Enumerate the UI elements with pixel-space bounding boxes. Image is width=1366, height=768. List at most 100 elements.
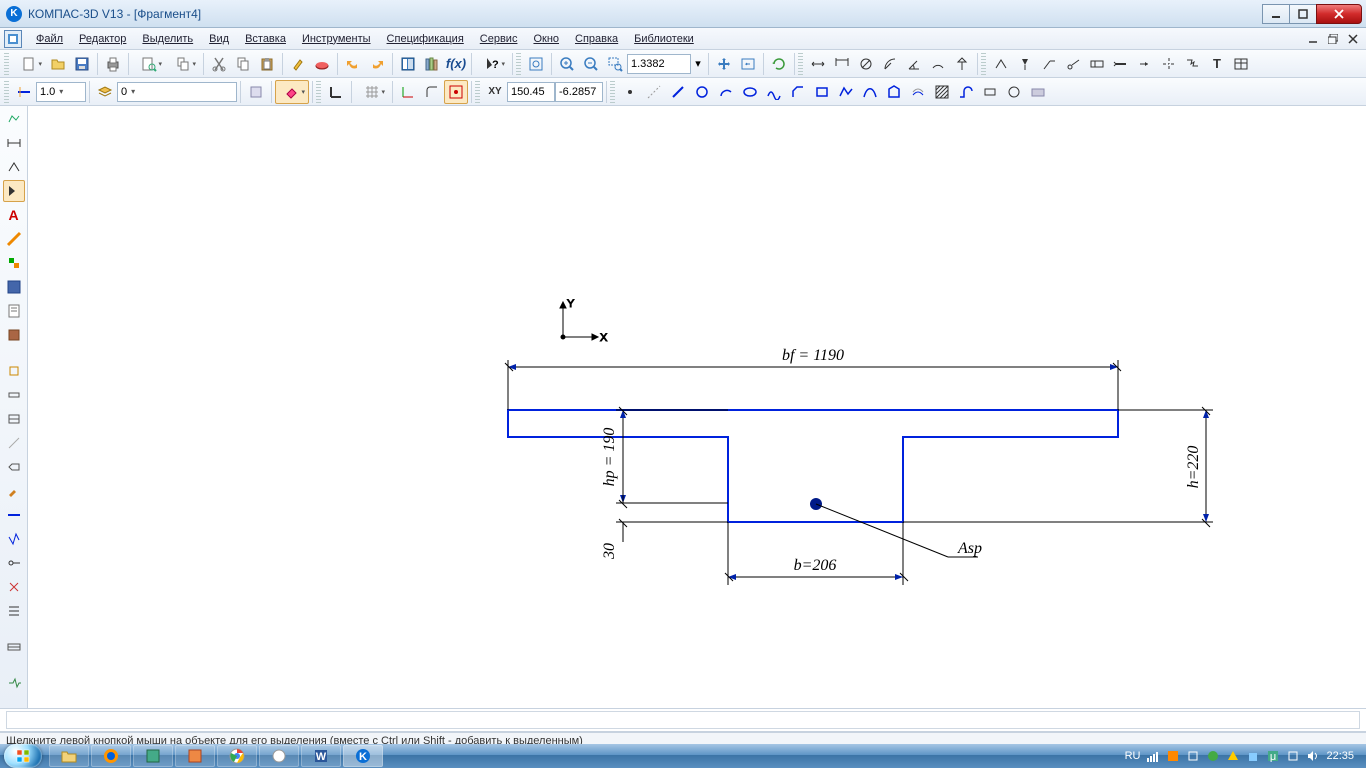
maximize-button[interactable]	[1289, 4, 1317, 24]
ltool-19[interactable]	[3, 552, 25, 574]
doc-props-button[interactable]	[166, 52, 200, 76]
dim-height-button[interactable]	[950, 52, 974, 76]
segment-button[interactable]	[666, 80, 690, 104]
ltool-21[interactable]	[3, 600, 25, 622]
ltool-param[interactable]: A	[3, 204, 25, 226]
ltool-23[interactable]	[3, 672, 25, 694]
command-input[interactable]	[6, 711, 1360, 729]
variables-button[interactable]: f(x)	[444, 52, 468, 76]
ortho-button[interactable]	[324, 80, 348, 104]
arc-tool-button[interactable]	[714, 80, 738, 104]
new-button[interactable]	[12, 52, 46, 76]
close-button[interactable]	[1316, 4, 1362, 24]
tool-19[interactable]	[1026, 80, 1050, 104]
redraw-button[interactable]	[767, 52, 791, 76]
ltool-13[interactable]	[3, 408, 25, 430]
ltool-15[interactable]	[3, 456, 25, 478]
tool-18[interactable]	[1002, 80, 1026, 104]
round-button[interactable]	[420, 80, 444, 104]
ltool-12[interactable]	[3, 384, 25, 406]
zoom-out-button[interactable]	[579, 52, 603, 76]
spline-button[interactable]	[762, 80, 786, 104]
center-button[interactable]	[1157, 52, 1181, 76]
dim-linear-button[interactable]	[830, 52, 854, 76]
pos-button[interactable]	[1061, 52, 1085, 76]
tray-icon-3[interactable]	[1206, 749, 1220, 763]
cut-button[interactable]	[207, 52, 231, 76]
mdi-system-icon[interactable]	[4, 30, 22, 48]
menu-select[interactable]: Выделить	[134, 31, 201, 47]
tray-icon-4[interactable]	[1226, 749, 1240, 763]
point-button[interactable]	[618, 80, 642, 104]
taskbar-app6[interactable]	[259, 745, 299, 767]
ltool-edit[interactable]	[3, 180, 25, 202]
menu-service[interactable]: Сервис	[472, 31, 526, 47]
dim-arc-button[interactable]	[926, 52, 950, 76]
chamfer-button[interactable]	[786, 80, 810, 104]
start-button[interactable]	[4, 744, 42, 768]
ltool-22[interactable]	[3, 636, 25, 658]
eraser-button[interactable]	[275, 80, 309, 104]
polyline-button[interactable]	[834, 80, 858, 104]
dim-diam-button[interactable]	[854, 52, 878, 76]
snap-button[interactable]	[444, 80, 468, 104]
mdi-restore[interactable]	[1324, 32, 1342, 46]
tray-icon-u[interactable]: μ	[1266, 749, 1280, 763]
open-button[interactable]	[46, 52, 70, 76]
menu-help[interactable]: Справка	[567, 31, 626, 47]
zoom-window-button[interactable]	[603, 52, 627, 76]
ltool-annot[interactable]	[3, 156, 25, 178]
zoom-input[interactable]	[627, 54, 691, 74]
hatch-button[interactable]	[930, 80, 954, 104]
contour-button[interactable]	[882, 80, 906, 104]
leader-button[interactable]	[1037, 52, 1061, 76]
paste-button[interactable]	[255, 52, 279, 76]
menu-view[interactable]: Вид	[201, 31, 237, 47]
ltool-11[interactable]	[3, 360, 25, 382]
menu-libs[interactable]: Библиотеки	[626, 31, 702, 47]
ellipse-button[interactable]	[738, 80, 762, 104]
rect-button[interactable]	[810, 80, 834, 104]
ltool-report[interactable]	[3, 300, 25, 322]
style-button[interactable]	[12, 80, 36, 104]
dim-rad-button[interactable]	[878, 52, 902, 76]
taskbar-word[interactable]: W	[301, 745, 341, 767]
zoom-in-button[interactable]	[555, 52, 579, 76]
break-button[interactable]	[1181, 52, 1205, 76]
menu-tools[interactable]: Инструменты	[294, 31, 379, 47]
taskbar-app3[interactable]	[133, 745, 173, 767]
ltool-spec[interactable]	[3, 276, 25, 298]
ltool-select[interactable]	[3, 252, 25, 274]
coord-x-input[interactable]	[507, 82, 555, 102]
base-button[interactable]	[1013, 52, 1037, 76]
ltool-18[interactable]	[3, 528, 25, 550]
preview-button[interactable]	[132, 52, 166, 76]
ltool-17[interactable]	[3, 504, 25, 526]
menu-spec[interactable]: Спецификация	[379, 31, 472, 47]
bezier-button[interactable]	[858, 80, 882, 104]
equidist-button[interactable]	[906, 80, 930, 104]
layer-combo[interactable]: 0	[117, 82, 237, 102]
xy-button[interactable]: XY	[483, 80, 507, 104]
table-button[interactable]	[1229, 52, 1253, 76]
grid-button[interactable]	[355, 80, 389, 104]
cut-line-button[interactable]	[1109, 52, 1133, 76]
tray-icon-5[interactable]	[1246, 749, 1260, 763]
menu-window[interactable]: Окно	[525, 31, 567, 47]
clock[interactable]: 22:35	[1326, 750, 1354, 762]
libs-button[interactable]	[420, 52, 444, 76]
lang-indicator[interactable]: RU	[1125, 750, 1141, 762]
menu-insert[interactable]: Вставка	[237, 31, 294, 47]
tolerance-button[interactable]	[1085, 52, 1109, 76]
dim-auto-button[interactable]	[806, 52, 830, 76]
circle-button[interactable]	[690, 80, 714, 104]
autoline-button[interactable]	[954, 80, 978, 104]
ltool-measure[interactable]	[3, 228, 25, 250]
redo-button[interactable]	[365, 52, 389, 76]
dim-angle-button[interactable]	[902, 52, 926, 76]
manager-button[interactable]	[396, 52, 420, 76]
zoom-fit-button[interactable]	[524, 52, 548, 76]
zoom-dropdown[interactable]: ▾	[691, 52, 705, 76]
copy-props-button[interactable]	[286, 52, 310, 76]
mdi-minimize[interactable]	[1304, 32, 1322, 46]
